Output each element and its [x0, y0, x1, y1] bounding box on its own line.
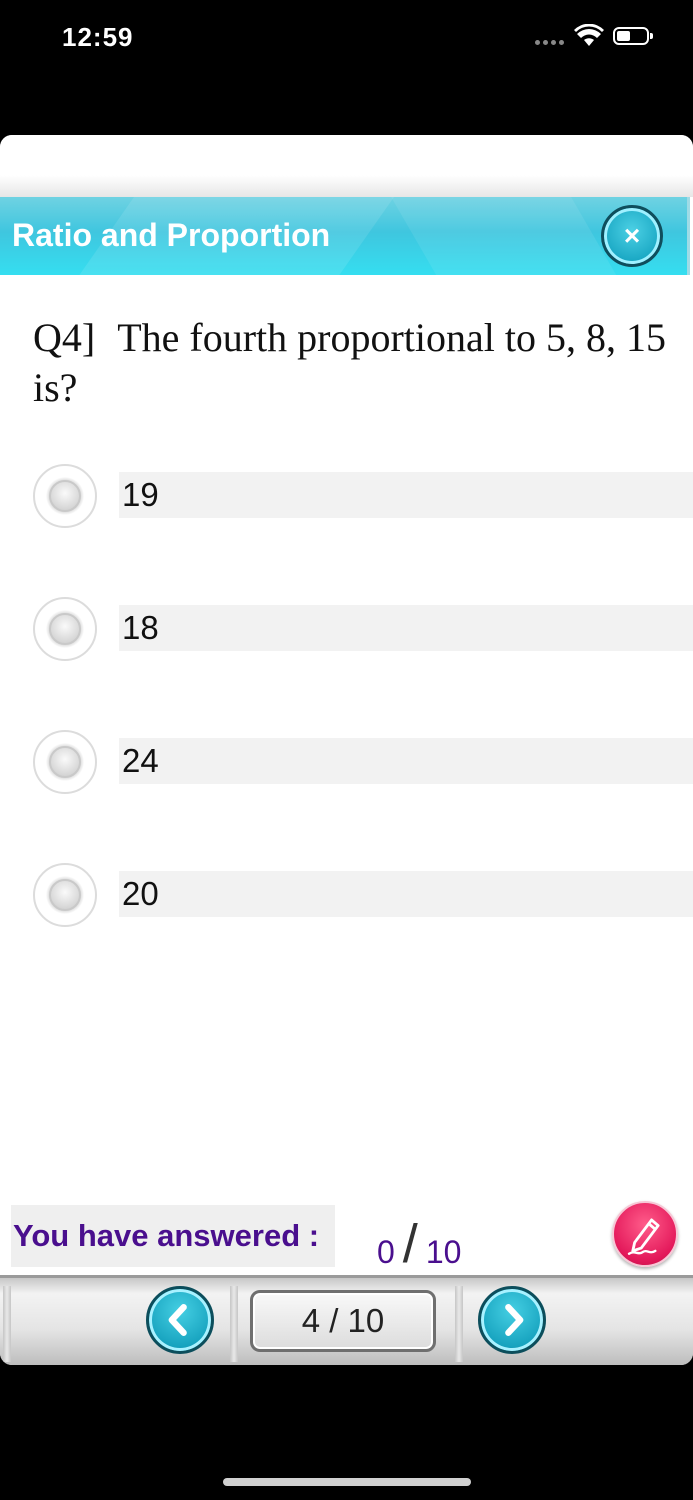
answered-total: 10 [425, 1234, 462, 1270]
home-indicator [223, 1478, 471, 1486]
title-bar: Ratio and Proportion × [0, 197, 690, 275]
option-label[interactable]: 18 [119, 605, 693, 651]
option-label[interactable]: 20 [119, 871, 693, 917]
quiz-title: Ratio and Proportion [12, 217, 331, 253]
answered-label: You have answered : [13, 1218, 320, 1253]
status-bar: 12:59 [0, 0, 693, 80]
quiz-card: Ratio and Proportion × Q4] The fourth pro… [0, 135, 693, 1365]
option-label[interactable]: 24 [119, 738, 693, 784]
nav-divider [455, 1286, 463, 1362]
question-number: Q4] [33, 315, 96, 360]
radio-button[interactable] [33, 597, 97, 661]
option-label[interactable]: 19 [119, 472, 693, 518]
close-button[interactable]: × [601, 205, 663, 267]
question-text: The fourth proportional to 5, 8, 15 is? [33, 315, 667, 410]
answer-option[interactable]: 18 [0, 597, 693, 667]
cellular-signal-icon [535, 40, 564, 45]
battery-icon [613, 27, 653, 45]
page-indicator: 4 / 10 [250, 1290, 436, 1352]
pencil-button[interactable] [612, 1201, 678, 1267]
answer-option[interactable]: 20 [0, 863, 693, 933]
radio-button[interactable] [33, 464, 97, 528]
answered-count: 0 / 10 [377, 1211, 461, 1271]
answered-separator: / [402, 1214, 418, 1274]
navigation-bar: 4 / 10 [0, 1275, 693, 1365]
pencil-icon [627, 1218, 660, 1255]
radio-button[interactable] [33, 863, 97, 927]
nav-divider [3, 1286, 11, 1362]
status-time: 12:59 [62, 22, 134, 52]
chevron-left-icon [168, 1304, 187, 1336]
nav-divider [230, 1286, 238, 1362]
next-button[interactable] [478, 1286, 546, 1354]
close-icon: × [623, 220, 641, 251]
answer-option[interactable]: 19 [0, 464, 693, 534]
previous-button[interactable] [146, 1286, 214, 1354]
wifi-icon [574, 24, 604, 46]
answered-label-box: You have answered : [11, 1205, 335, 1267]
card-top-strip [0, 135, 693, 197]
answer-option[interactable]: 24 [0, 730, 693, 800]
radio-button[interactable] [33, 730, 97, 794]
chevron-right-icon [505, 1304, 524, 1336]
question-text-block: Q4] The fourth proportional to 5, 8, 15 i… [33, 313, 673, 413]
answered-value: 0 [377, 1234, 395, 1270]
